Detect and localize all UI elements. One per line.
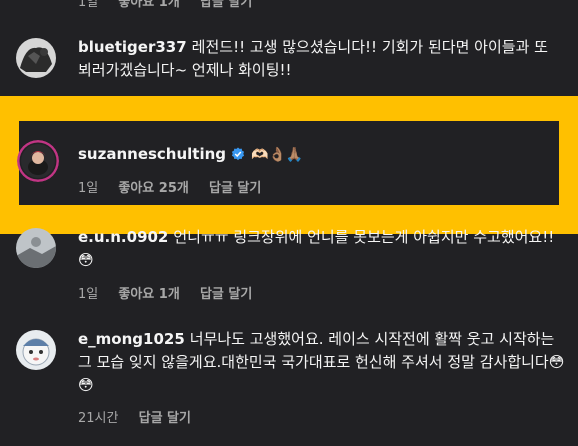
comment-time: 1일	[78, 287, 99, 302]
comment-likes[interactable]: 좋아요 1개	[118, 287, 179, 302]
reply-button[interactable]: 답글 달기	[209, 181, 261, 196]
comment-time: 1일	[78, 181, 99, 196]
avatar[interactable]	[16, 228, 56, 268]
comment-meta: 21시간 답글 달기	[78, 407, 207, 426]
comment-time: 21시간	[78, 411, 119, 426]
comment-text: 🫶🏻👌🏽🙏🏽	[251, 147, 304, 163]
comment-body: e_mong1025 너무나도 고생했어요. 레이스 시작전에 활짝 웃고 시작하…	[78, 328, 568, 397]
comment-username[interactable]: suzanneschulting	[78, 145, 226, 163]
comment-meta: 1일 좋아요 25개 답글 달기	[78, 177, 277, 196]
comment-body: e.u.n.0902 언니ㅠㅠ 링크장위에 언니를 못보는게 아쉽지만 수고했어요…	[78, 226, 568, 272]
avatar[interactable]	[17, 140, 59, 182]
comment-likes[interactable]: 좋아요 1개	[118, 0, 179, 10]
comment-time: 1일	[78, 0, 99, 10]
partial-comment-meta: 1일 좋아요 1개 답글 달기	[78, 0, 268, 10]
comment-meta: 1일 좋아요 1개 답글 달기	[78, 283, 268, 302]
avatar[interactable]	[16, 38, 56, 78]
comment-likes[interactable]: 좋아요 25개	[118, 181, 188, 196]
reply-button[interactable]: 답글 달기	[200, 0, 252, 10]
reply-button[interactable]: 답글 달기	[200, 287, 252, 302]
comment-username[interactable]: e_mong1025	[78, 330, 185, 348]
avatar[interactable]	[16, 330, 56, 370]
comment-body: suzanneschulting 🫶🏻👌🏽🙏🏽	[78, 143, 548, 167]
verified-badge-icon	[231, 147, 245, 161]
reply-button[interactable]: 답글 달기	[139, 411, 191, 426]
comment-username[interactable]: bluetiger337	[78, 38, 187, 56]
comment-body: bluetiger337 레전드!! 고생 많으셨습니다!! 기회가 된다면 아이…	[78, 36, 558, 82]
comment-username[interactable]: e.u.n.0902	[78, 228, 168, 246]
